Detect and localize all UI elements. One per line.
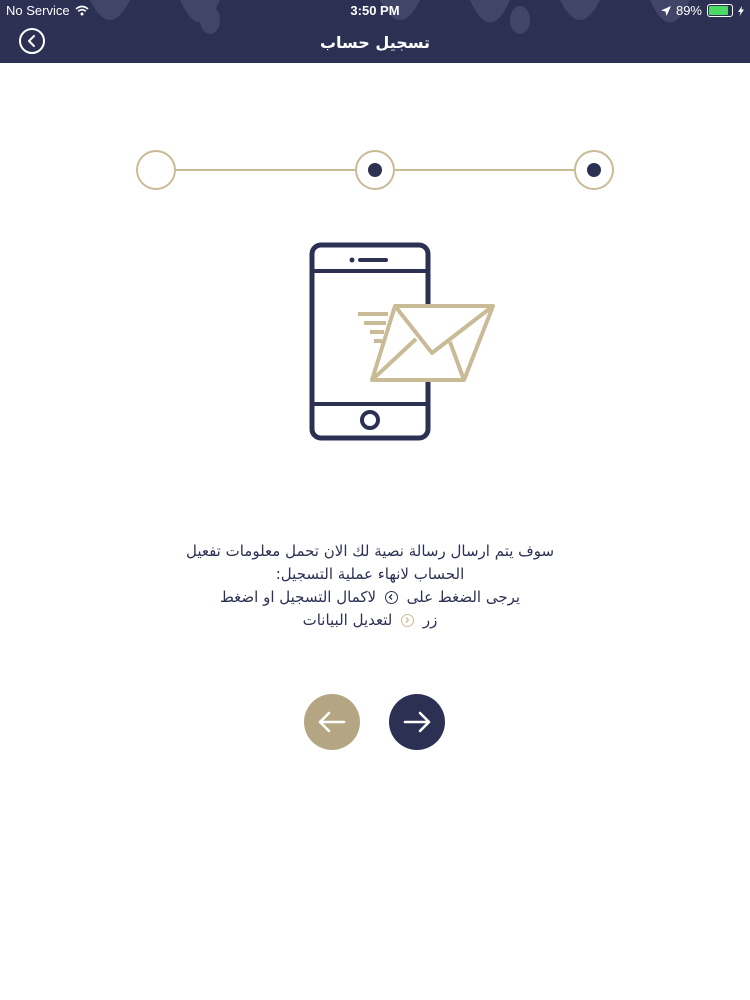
charging-icon	[738, 5, 744, 16]
phone-message-icon	[309, 242, 495, 441]
instructions-line-2: الحساب لانهاء عملية التسجيل:	[275, 565, 465, 583]
next-button[interactable]	[389, 694, 445, 750]
status-bar: No Service 3:50 PM 89%	[0, 0, 750, 22]
step-2	[355, 150, 395, 190]
next-circle-icon	[384, 591, 398, 604]
instructions-line-1: سوف يتم ارسال رسالة نصية لك الان تحمل مع…	[185, 542, 555, 560]
battery-icon	[707, 4, 733, 17]
instructions-text: سوف يتم ارسال رسالة نصية لك الان تحمل مع…	[170, 540, 570, 632]
status-right: 89%	[660, 3, 744, 18]
battery-fill	[709, 6, 729, 15]
step-2-dot	[368, 163, 382, 177]
instructions-line-4-part1: زر	[422, 611, 438, 629]
arrow-left-icon	[318, 711, 346, 733]
step-3-dot	[587, 163, 601, 177]
status-time: 3:50 PM	[350, 3, 400, 18]
previous-button[interactable]	[304, 694, 360, 750]
instructions-line-3-part2: لاكمال التسجيل او اضغط	[219, 588, 377, 606]
instructions-line-4: زر لتعديل البيانات	[170, 609, 570, 632]
instructions-line-3: يرجى الضغط على لاكمال التسجيل او اضغط	[170, 586, 570, 609]
back-circle-icon	[401, 614, 415, 627]
step-1	[136, 150, 176, 190]
page-title: تسجيل حساب	[319, 33, 431, 52]
arrow-right-icon	[403, 711, 431, 733]
top-bar: No Service 3:50 PM 89% تسجيل حساب	[0, 0, 750, 63]
battery-percent: 89%	[675, 3, 702, 18]
instructions-line-4-part2: لتعديل البيانات	[302, 611, 393, 629]
step-3	[574, 150, 614, 190]
progress-stepper	[136, 150, 614, 190]
stepper-line-1	[176, 169, 355, 171]
instructions-line-3-part1: يرجى الضغط على	[406, 588, 521, 606]
location-arrow-icon	[660, 5, 671, 16]
stepper-line-2	[395, 169, 574, 171]
